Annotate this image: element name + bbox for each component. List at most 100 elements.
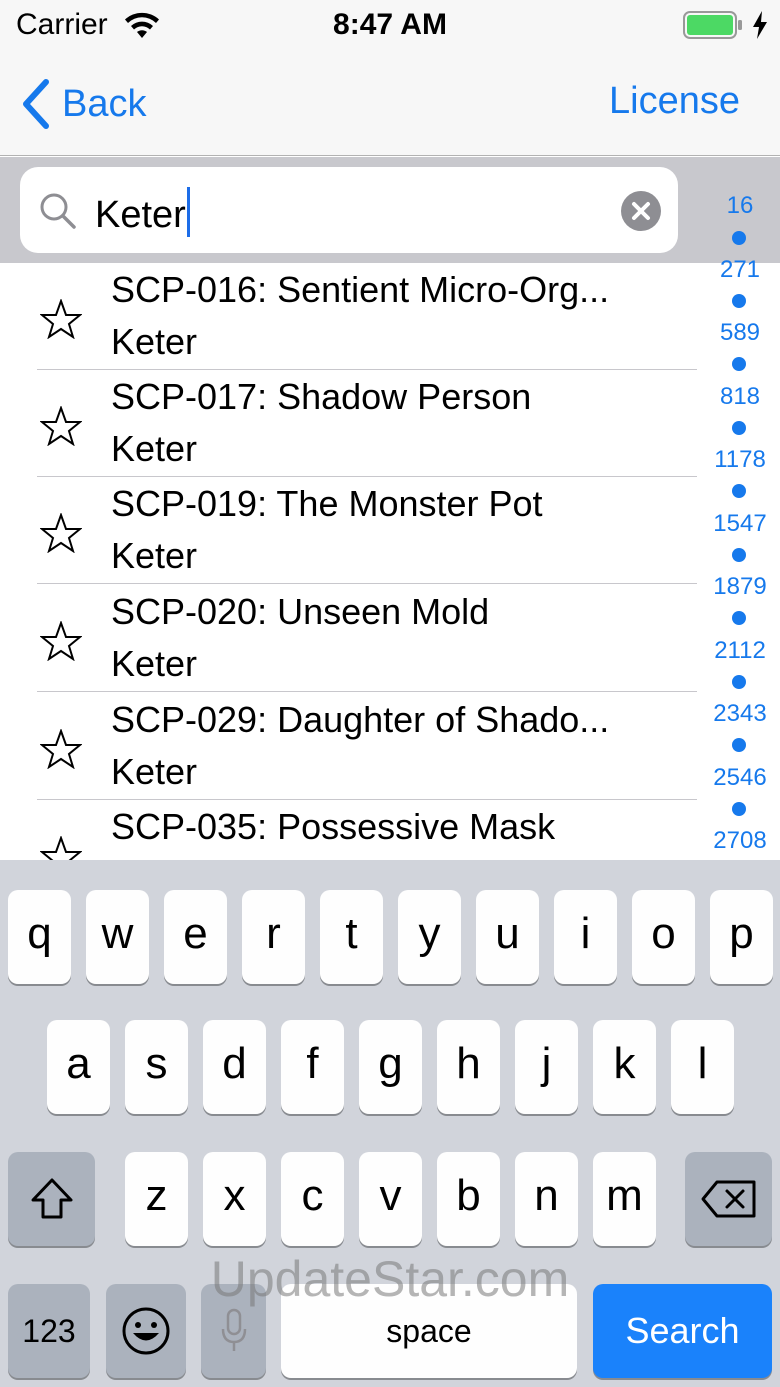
clock: 8:47 AM	[333, 8, 447, 41]
list-item[interactable]: SCP-035: Possessive Mask	[0, 800, 700, 860]
index-dot	[732, 294, 746, 308]
star-icon[interactable]	[40, 299, 82, 339]
key-l[interactable]: l	[671, 1020, 734, 1114]
key-f[interactable]: f	[281, 1020, 344, 1114]
search-bar: Keter	[0, 157, 780, 263]
section-index[interactable]: 16 271 589 818 1178 1547 1879 2112 2343 …	[700, 190, 780, 860]
scp-list: SCP-016: Sentient Micro-Org... Keter SCP…	[0, 263, 700, 860]
index-dot	[732, 611, 746, 625]
dictation-key[interactable]	[201, 1284, 266, 1378]
back-button[interactable]: Back	[18, 76, 146, 132]
item-class: Keter	[111, 428, 198, 469]
index-entry[interactable]: 1547	[700, 510, 780, 538]
item-class: Keter	[111, 535, 198, 576]
space-key[interactable]: space	[281, 1284, 577, 1378]
key-j[interactable]: j	[515, 1020, 578, 1114]
numbers-key[interactable]: 123	[8, 1284, 90, 1378]
index-entry[interactable]: 818	[700, 383, 780, 411]
index-entry[interactable]: 16	[700, 192, 780, 220]
list-item[interactable]: SCP-029: Daughter of Shado... Keter	[0, 693, 700, 800]
item-class: Keter	[111, 751, 198, 792]
key-o[interactable]: o	[632, 890, 695, 984]
item-class: Keter	[111, 321, 198, 362]
row-separator	[37, 691, 697, 692]
key-h[interactable]: h	[437, 1020, 500, 1114]
index-dot	[732, 548, 746, 562]
clear-search-icon[interactable]	[620, 190, 662, 232]
index-entry[interactable]: 1178	[700, 446, 780, 474]
battery-icon	[683, 11, 742, 39]
navigation-bar: Back License	[0, 50, 780, 156]
microphone-icon	[221, 1308, 246, 1351]
key-y[interactable]: y	[398, 890, 461, 984]
key-p[interactable]: p	[710, 890, 773, 984]
item-title: SCP-020: Unseen Mold	[111, 591, 490, 632]
search-input[interactable]: Keter	[20, 167, 678, 253]
shift-icon	[31, 1178, 72, 1219]
row-separator	[37, 583, 697, 584]
key-a[interactable]: a	[47, 1020, 110, 1114]
list-item[interactable]: SCP-017: Shadow Person Keter	[0, 370, 700, 477]
charging-bolt-icon	[753, 11, 767, 39]
key-x[interactable]: x	[203, 1152, 266, 1246]
index-dot	[732, 484, 746, 498]
search-input-text: Keter	[95, 187, 190, 237]
item-title: SCP-035: Possessive Mask	[111, 806, 556, 847]
index-entry[interactable]: 2708	[700, 827, 780, 855]
key-u[interactable]: u	[476, 890, 539, 984]
search-key[interactable]: Search	[593, 1284, 772, 1378]
key-k[interactable]: k	[593, 1020, 656, 1114]
index-entry[interactable]: 589	[700, 319, 780, 347]
index-dot	[732, 675, 746, 689]
index-dot	[732, 802, 746, 816]
key-d[interactable]: d	[203, 1020, 266, 1114]
emoji-key[interactable]	[106, 1284, 186, 1378]
list-item[interactable]: SCP-016: Sentient Micro-Org... Keter	[0, 263, 700, 370]
index-dot	[732, 357, 746, 371]
key-c[interactable]: c	[281, 1152, 344, 1246]
key-z[interactable]: z	[125, 1152, 188, 1246]
index-entry[interactable]: 2546	[700, 764, 780, 792]
item-title: SCP-016: Sentient Micro-Org...	[111, 269, 610, 310]
license-button[interactable]: License	[609, 80, 740, 123]
key-e[interactable]: e	[164, 890, 227, 984]
key-v[interactable]: v	[359, 1152, 422, 1246]
key-n[interactable]: n	[515, 1152, 578, 1246]
key-b[interactable]: b	[437, 1152, 500, 1246]
index-dot	[732, 231, 746, 245]
list-item[interactable]: SCP-020: Unseen Mold Keter	[0, 585, 700, 692]
key-w[interactable]: w	[86, 890, 149, 984]
item-title: SCP-019: The Monster Pot	[111, 483, 543, 524]
index-entry[interactable]: 2343	[700, 700, 780, 728]
backspace-icon	[701, 1180, 755, 1218]
index-dot	[732, 738, 746, 752]
list-item[interactable]: SCP-019: The Monster Pot Keter	[0, 477, 700, 584]
search-icon	[40, 193, 76, 229]
key-i[interactable]: i	[554, 890, 617, 984]
star-icon[interactable]	[40, 836, 82, 860]
item-class: Keter	[111, 643, 198, 684]
item-title: SCP-017: Shadow Person	[111, 376, 532, 417]
star-icon[interactable]	[40, 513, 82, 553]
star-icon[interactable]	[40, 621, 82, 661]
back-label: Back	[62, 82, 147, 125]
key-s[interactable]: s	[125, 1020, 188, 1114]
key-q[interactable]: q	[8, 890, 71, 984]
index-entry[interactable]: 2112	[700, 637, 780, 665]
keyboard: q w e r t y u i o p a s d f g h j k l z …	[0, 860, 780, 1387]
star-icon[interactable]	[40, 729, 82, 769]
key-m[interactable]: m	[593, 1152, 656, 1246]
chevron-left-icon	[23, 79, 49, 129]
key-g[interactable]: g	[359, 1020, 422, 1114]
key-t[interactable]: t	[320, 890, 383, 984]
index-entry[interactable]: 1879	[700, 573, 780, 601]
key-r[interactable]: r	[242, 890, 305, 984]
backspace-key[interactable]	[685, 1152, 772, 1246]
star-icon[interactable]	[40, 406, 82, 446]
text-caret	[186, 187, 190, 237]
search-value: Keter	[95, 194, 186, 236]
shift-key[interactable]	[8, 1152, 95, 1246]
emoji-icon	[122, 1307, 170, 1355]
index-entry[interactable]: 271	[700, 256, 780, 284]
item-title: SCP-029: Daughter of Shado...	[111, 699, 610, 740]
